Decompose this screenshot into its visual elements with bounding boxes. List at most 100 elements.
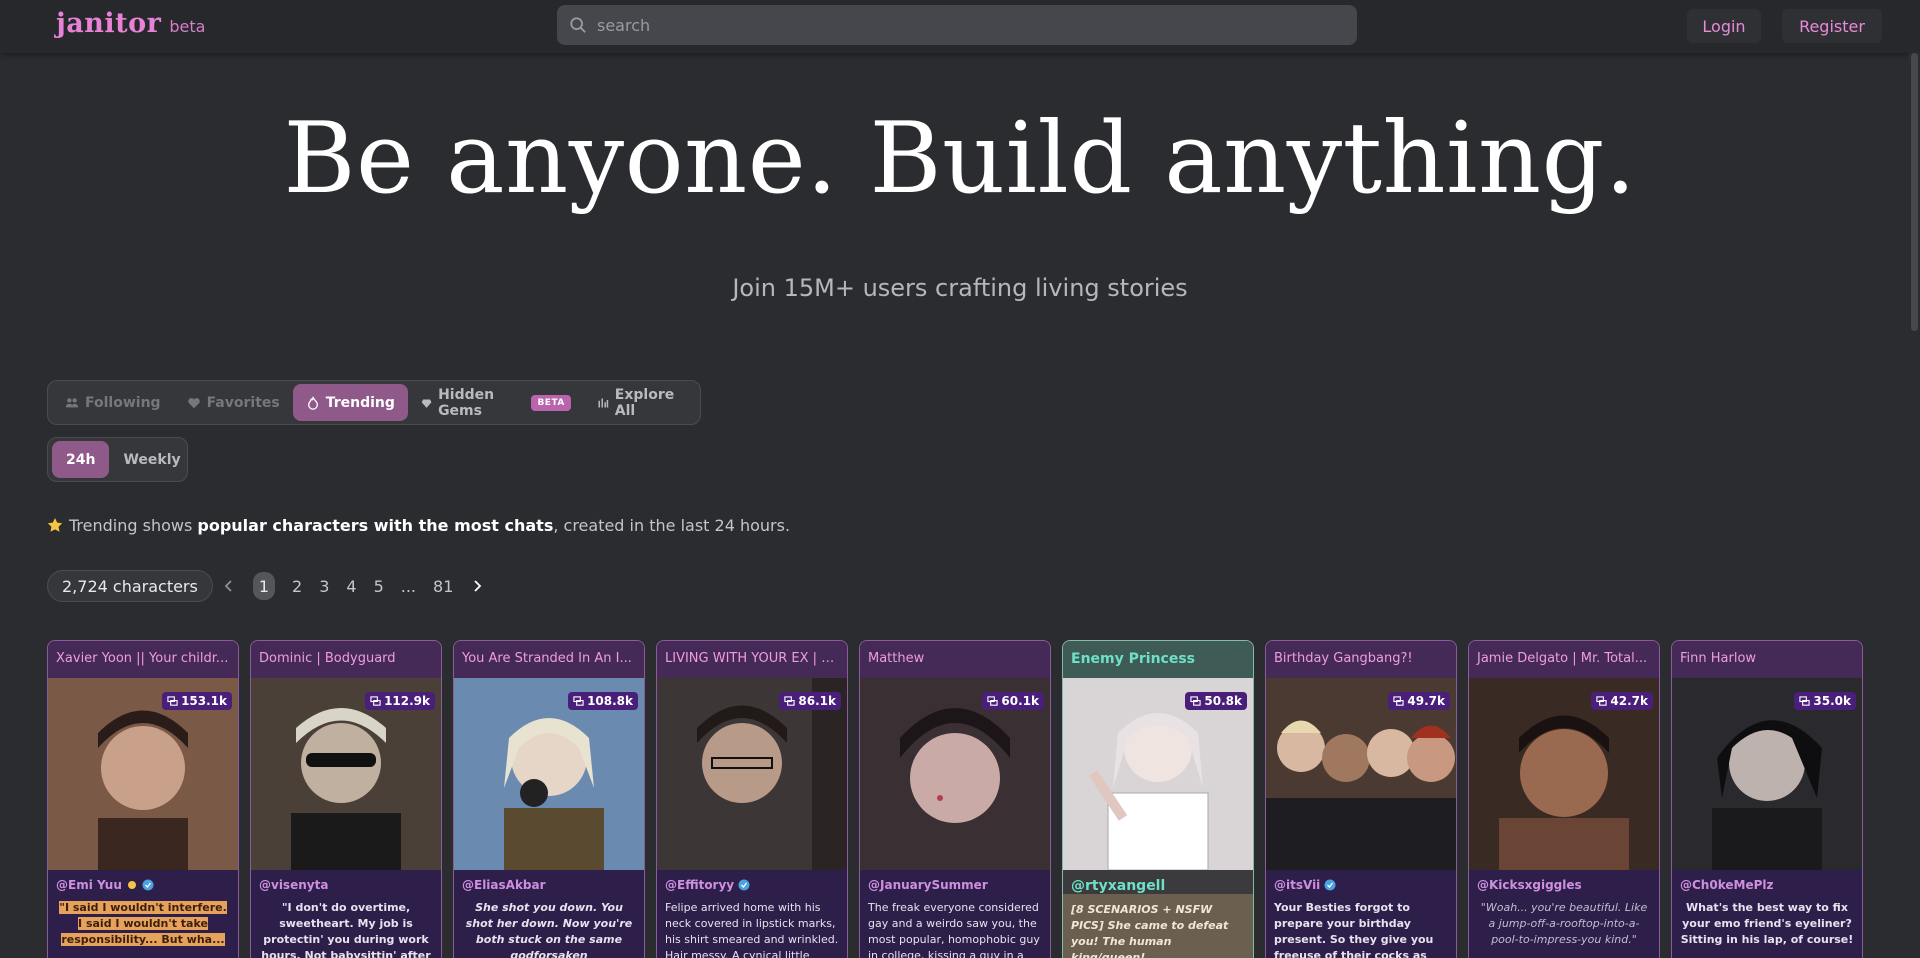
chat-count: 112.9k [384,694,430,708]
search-bar[interactable] [557,5,1357,45]
chevron-right-icon[interactable] [470,579,484,593]
character-card[interactable]: Jamie Delgato | Mr. Total... 42.7k @Kick… [1468,640,1660,958]
hero-title: Be anyone. Build anything. [283,102,1637,216]
chat-count: 35.0k [1813,694,1851,708]
card-image: 86.1k [657,678,847,870]
card-image: 50.8k [1063,678,1253,870]
period-24h[interactable]: 24h [52,441,110,478]
info-bold: popular characters with the most chats [197,516,554,535]
flame-icon [307,396,318,410]
card-name: Finn Harlow [1672,641,1862,678]
author-name: @EliasAkbar [462,878,546,892]
card-name: LIVING WITH YOUR EX | Fe... [657,641,847,678]
card-author[interactable]: @visenyta [251,870,441,892]
chat-count-badge: 86.1k [779,692,841,710]
character-card[interactable]: Xavier Yoon || Your childr... 153.1k @Em… [47,640,239,958]
character-card[interactable]: Dominic | Bodyguard 112.9k @visenyta "I … [250,640,442,958]
author-name: @itsVii [1274,878,1321,892]
chat-count: 153.1k [181,694,227,708]
card-image: 35.0k [1672,678,1862,870]
page-ellipsis: ... [400,576,417,596]
page-4[interactable]: 4 [346,577,356,596]
card-description: "Woah... you're beautiful. Like a jump-o… [1480,901,1648,946]
beta-badge: BETA [531,394,571,411]
chat-count-badge: 112.9k [365,692,435,710]
card-author[interactable]: @Kicksxgiggles [1469,870,1659,892]
heart-icon [187,397,200,408]
chat-icon [370,695,381,706]
chat-icon [987,695,999,706]
author-name: @Ch0keMePlz [1680,878,1774,892]
card-author[interactable]: @EliasAkbar [454,870,644,892]
card-author[interactable]: @Effitoryy [657,870,847,892]
character-card[interactable]: Matthew 60.1k @JanuarySummer The freak e… [859,640,1051,958]
search-input[interactable] [597,15,1337,35]
page-3[interactable]: 3 [319,577,329,596]
verified-icon [738,879,750,891]
character-card[interactable]: Enemy Princess 50.8k @rtyxangell [8 SCEN… [1062,640,1254,958]
beta-label: beta [169,17,206,36]
chat-icon [1393,695,1405,706]
chat-icon [573,695,584,706]
page-81[interactable]: 81 [433,577,453,596]
chat-count-badge: 42.7k [1591,692,1653,710]
card-author[interactable]: @Emi Yuu [48,870,238,892]
tab-following[interactable]: Following [52,384,174,421]
chat-count: 86.1k [798,694,836,708]
card-image: 153.1k [48,678,238,870]
card-description: [8 SCENARIOS + NSFW PICS] She came to de… [1063,894,1253,958]
tab-explore-all[interactable]: Explore All [584,384,700,421]
chat-count-badge: 50.8k [1185,692,1247,710]
chat-count: 60.1k [1001,694,1039,708]
tab-label: Favorites [206,394,280,411]
author-name: @visenyta [259,878,329,892]
info-suffix: , created in the last 24 hours. [553,516,791,535]
tab-trending[interactable]: Trending [292,384,408,421]
chat-count: 49.7k [1407,694,1445,708]
page-1[interactable]: 1 [253,572,275,600]
gem-icon [421,399,432,408]
card-author[interactable]: @itsVii [1266,870,1456,892]
period-weekly[interactable]: Weekly [109,441,194,478]
card-image: 42.7k [1469,678,1659,870]
page-2[interactable]: 2 [292,577,302,596]
card-image: 112.9k [251,678,441,870]
card-name: Dominic | Bodyguard [251,641,441,678]
card-author[interactable]: @rtyxangell [1063,870,1253,894]
card-name: Jamie Delgato | Mr. Total... [1469,641,1659,678]
chat-count-badge: 49.7k [1388,692,1450,710]
period-toggle: 24h Weekly [47,437,188,482]
author-name: @Emi Yuu [56,878,122,892]
logo[interactable]: janitor beta [56,8,205,39]
card-name: You Are Stranded In An I... [454,641,644,678]
character-card[interactable]: Birthday Gangbang?! 49.7k @itsVii Your B… [1265,640,1457,958]
bars-icon [598,398,609,407]
tab-favorites[interactable]: Favorites [174,384,293,421]
hero-subtitle: Join 15M+ users crafting living stories [732,274,1188,302]
tab-hidden-gems[interactable]: Hidden Gems BETA [408,384,584,421]
character-card[interactable]: LIVING WITH YOUR EX | Fe... 86.1k @Effit… [656,640,848,958]
tab-label: Hidden Gems [438,386,495,419]
card-image: 108.8k [454,678,644,870]
card-author[interactable]: @JanuarySummer [860,870,1050,892]
card-description: Felipe arrived home with his neck covere… [665,901,839,958]
page-5[interactable]: 5 [374,577,384,596]
chevron-left-icon[interactable] [222,579,236,593]
verified-icon [1324,879,1336,891]
author-name: @Kicksxgiggles [1477,878,1582,892]
card-author[interactable]: @Ch0keMePlz [1672,870,1862,892]
tab-label: Trending [325,394,395,411]
card-name: Xavier Yoon || Your childr... [48,641,238,678]
chat-count: 50.8k [1204,694,1242,708]
character-card[interactable]: You Are Stranded In An I... 108.8k @Elia… [453,640,645,958]
register-button[interactable]: Register [1782,9,1882,43]
tab-label: Explore All [614,386,675,419]
top-nav: janitor beta Login Register [0,0,1920,53]
login-button[interactable]: Login [1687,9,1761,43]
character-card[interactable]: Finn Harlow 35.0k @Ch0keMePlz What's the… [1671,640,1863,958]
chat-count-badge: 60.1k [982,692,1044,710]
card-description: "I don't do overtime, sweetheart. My job… [261,901,431,958]
chat-count: 42.7k [1610,694,1648,708]
card-description-text: "I said I wouldn't interfere. I said I w… [59,901,227,946]
chat-count: 108.8k [587,694,633,708]
